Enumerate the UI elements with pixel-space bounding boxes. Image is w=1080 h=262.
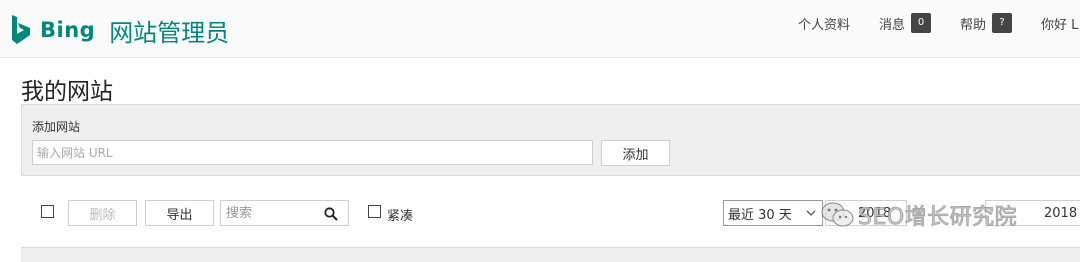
help-label: 帮助 [960, 17, 987, 33]
product-name: 网站管理员 [109, 18, 230, 47]
search-input[interactable] [221, 201, 321, 225]
profile-link[interactable]: 个人资料 [798, 14, 850, 33]
search-icon[interactable] [324, 207, 338, 221]
date-to-input[interactable]: 2018 [985, 200, 1080, 226]
date-range-select[interactable]: 最近 30 天 [723, 200, 823, 226]
messages-label: 消息 [879, 17, 906, 33]
top-header: Bing 网站管理员 个人资料 消息 0 帮助 ? 你好 L [0, 0, 1080, 58]
add-site-button[interactable]: 添加 [601, 140, 670, 166]
help-badge: ? [992, 13, 1013, 33]
delete-button[interactable]: 删除 [68, 200, 137, 226]
date-from-input[interactable]: 2018 [825, 200, 907, 226]
brand-name: Bing [40, 18, 96, 42]
date-range-value: 最近 30 天 [728, 207, 792, 223]
export-button[interactable]: 导出 [145, 200, 214, 226]
page-title: 我的网站 [21, 79, 113, 105]
compact-label: 紧凑 [387, 209, 414, 224]
date-from-value: 2018 [858, 205, 892, 221]
date-to-value: 2018 [1044, 205, 1078, 221]
messages-link[interactable]: 消息 0 [879, 13, 932, 33]
search-box [220, 200, 349, 226]
help-link[interactable]: 帮助 ? [960, 13, 1013, 33]
user-menu[interactable]: 你好 L [1041, 14, 1078, 33]
chevron-down-icon [806, 210, 816, 216]
site-url-input[interactable] [32, 140, 593, 165]
sites-table-header [21, 247, 1080, 262]
bing-logo[interactable]: Bing 网站管理员 [10, 14, 230, 47]
add-site-label: 添加网站 [32, 120, 81, 134]
compact-checkbox[interactable] [368, 205, 381, 218]
top-nav: 个人资料 消息 0 帮助 ? 你好 L [798, 13, 1078, 33]
greeting-label: 你好 L [1041, 17, 1079, 33]
profile-label: 个人资料 [798, 17, 851, 33]
select-all-checkbox[interactable] [41, 205, 54, 218]
bing-logo-icon [12, 15, 30, 44]
messages-count-badge: 0 [911, 13, 932, 33]
sites-toolbar: 删除 导出 紧凑 最近 30 天 2018 2018 [0, 198, 1080, 228]
add-site-panel: 添加网站 添加 [21, 104, 1080, 176]
